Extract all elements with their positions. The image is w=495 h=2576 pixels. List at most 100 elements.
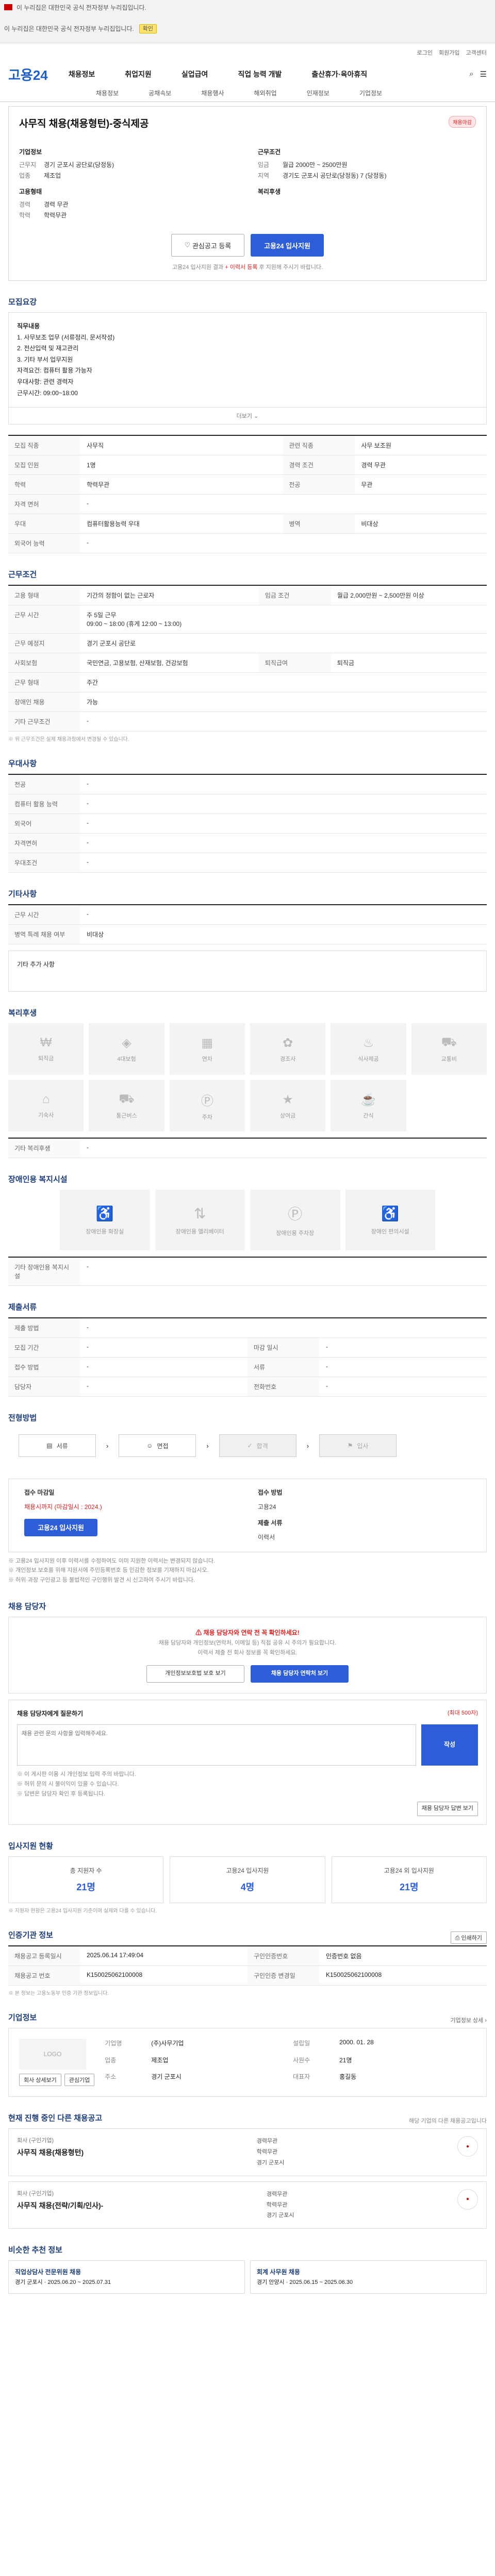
company-detail-link[interactable]: 기업정보 상세 › xyxy=(451,2016,487,2024)
search-icon[interactable]: ⌕ xyxy=(469,70,473,79)
info-title: 인증기관 정보 xyxy=(8,1931,53,1940)
deadline-key: 접수 마감일 xyxy=(24,1489,55,1497)
gnb-leave[interactable]: 출산휴가·육아휴직 xyxy=(311,69,367,79)
table-row: 기타 장애인용 복지시설 - xyxy=(8,1257,487,1286)
welfare-item: ⛟ 통근버스 xyxy=(89,1080,164,1132)
snack-icon: ☕ xyxy=(360,1092,376,1107)
list-item[interactable]: 회사 (구인기업) 사무직 채용(전략/기획/인사)- 경력무관 학력무관 경기… xyxy=(8,2181,487,2229)
company-card: LOGO 회사 상세보기 관심기업 기업명 (주)사무기업 설립일 2000. 01… xyxy=(8,2028,487,2097)
apply-button-2[interactable]: 고용24 입사지원 xyxy=(24,1519,97,1537)
question-submit-button[interactable]: 작성 xyxy=(421,1724,478,1766)
welfare-item: ☕ 간식 xyxy=(331,1080,406,1132)
info-section: 인증기관 정보 ⎙ 인쇄하기 채용공고 등록일시 2025.06.14 17:49… xyxy=(8,1929,487,1996)
money-icon: ₩ xyxy=(40,1036,52,1050)
table-row: 기타 근무조건 - xyxy=(8,711,487,732)
accessibility-icon: ♿ xyxy=(381,1205,400,1222)
other-title: 기타사항 xyxy=(8,890,37,899)
table-row: 근무 시간 - xyxy=(8,905,487,925)
table-row: 모집 기간 - 마감 일시 - xyxy=(8,1337,487,1358)
interest-button[interactable]: ♡ 관심공고 등록 xyxy=(171,234,244,257)
bonus-icon: ★ xyxy=(282,1092,293,1107)
heart-icon: ♡ xyxy=(184,241,192,249)
calendar-icon: ▦ xyxy=(201,1036,213,1050)
recent-title: 현재 진행 중인 다른 채용공고 xyxy=(8,2114,103,2123)
wage-key: 임금 xyxy=(258,161,270,168)
util-login[interactable]: 로그인 xyxy=(417,48,433,57)
recruit-title: 모집요강 xyxy=(8,298,37,307)
docs-value: 이력서 xyxy=(258,1533,275,1541)
privacy-button[interactable]: 개인정보보호법 보호 보기 xyxy=(146,1665,244,1683)
gnb-jobs[interactable]: 채용정보 xyxy=(69,69,95,79)
contact-reveal-button[interactable]: 채용 담당자 연락처 보기 xyxy=(251,1665,349,1683)
welfare-label: 복리후생 xyxy=(258,188,281,195)
recruit-box: 직무내용 1. 사무보조 업무 (서류정리, 문서작성) 2. 전산입력 및 재… xyxy=(8,312,487,408)
gnb-employment[interactable]: 취업지원 xyxy=(125,69,152,79)
contact-section: 채용 담당자 ⚠ 채용 담당자와 연락 전 꼭 확인하세요! 채용 담당자와 개… xyxy=(8,1601,487,1825)
table-row: 자격 면허 - xyxy=(8,494,487,515)
lnb-overseas[interactable]: 해외취업 xyxy=(254,89,277,97)
welfare-item: ▦ 연차 xyxy=(169,1023,245,1075)
lnb-company[interactable]: 기업정보 xyxy=(359,89,382,97)
lnb-jobs[interactable]: 채용정보 xyxy=(96,89,119,97)
table-row: 담당자 - 전화번호 - xyxy=(8,1377,487,1397)
disability-item: ⇅ 장애인용 엘리베이터 xyxy=(155,1190,245,1251)
company-label: 기업정보 xyxy=(19,148,42,156)
contact-box: ⚠ 채용 담당자와 연락 전 꼭 확인하세요! 채용 담당자와 개인정보(연락처… xyxy=(8,1616,487,1693)
table-row: 장애인 채용 가능 xyxy=(8,692,487,713)
recent-section: 현재 진행 중인 다른 채용공고 해당 기업의 다른 채용공고입니다 회사 (구… xyxy=(8,2112,487,2229)
company-fav-button[interactable]: 관심기업 xyxy=(64,2074,95,2087)
print-button[interactable]: ⎙ 인쇄하기 xyxy=(450,1931,487,1944)
status-title: 입사지원 현황 xyxy=(8,1842,53,1851)
apply-button[interactable]: 고용24 입사지원 xyxy=(251,234,324,257)
question-input[interactable] xyxy=(17,1724,416,1766)
gov-notice-bar: 이 누리집은 대한민국 공식 전자정부 누리집입니다. xyxy=(0,0,495,14)
table-row: 병역 특례 채용 여부 비대상 xyxy=(8,924,487,945)
area-key: 지역 xyxy=(258,172,270,179)
util-help[interactable]: 고객센터 xyxy=(466,48,487,57)
apply-notes: ※ 고용24 입사지원 이후 이력서를 수정하여도 이미 지원한 이력서는 변경… xyxy=(8,1557,215,1583)
welfare-item: ⌂ 기숙사 xyxy=(8,1080,84,1132)
more-button[interactable]: 더보기 ⌄ xyxy=(8,408,487,425)
similar-card[interactable]: 회계 사무원 채용 경기 안양시 · 2025.06.15 ~ 2025.06.3… xyxy=(250,2260,487,2294)
util-menu: 로그인 회원가입 고객센터 xyxy=(0,43,495,62)
similar-card[interactable]: 직업상담사 전문위원 채용 경기 군포시 · 2025.06.20 ~ 2025.… xyxy=(8,2260,245,2294)
confirm-button[interactable]: 확인 xyxy=(139,24,157,33)
status-foot: ※ 지원자 현황은 고용24 입사지원 기준이며 실제와 다를 수 있습니다. xyxy=(8,1908,157,1914)
step-pass: ✓ 합격 xyxy=(219,1434,296,1458)
company-detail-button[interactable]: 회사 상세보기 xyxy=(19,2074,61,2087)
shield-icon: ◈ xyxy=(122,1036,131,1050)
gnb-training[interactable]: 직업 능력 개발 xyxy=(238,69,282,79)
util-signup[interactable]: 회원가입 xyxy=(439,48,459,57)
company-loc: 경기 군포시 공단로(당정동) xyxy=(44,161,114,168)
table-row: 학력 학력무관 전공 무관 xyxy=(8,474,487,495)
list-item[interactable]: 회사 (구인기업) 사무직 채용(채용형턴) 경력무관 학력무관 경기 군포시 … xyxy=(8,2128,487,2176)
gov-notice-text-2: 이 누리집은 대한민국 공식 전자정부 누리집입니다. xyxy=(4,25,134,32)
welfare-item: ◈ 4대보험 xyxy=(89,1023,164,1075)
lnb-talent[interactable]: 인재정보 xyxy=(307,89,329,97)
table-row: 제출 방법 - xyxy=(8,1318,487,1338)
answer-view-button[interactable]: 채용 담당자 답변 보기 xyxy=(417,1802,478,1817)
step-doc: ▤ 서류 xyxy=(19,1434,96,1458)
table-row: 접수 방법 - 서류 - xyxy=(8,1357,487,1378)
table-row: 외국어 - xyxy=(8,814,487,834)
lnb-public[interactable]: 공채속보 xyxy=(148,89,171,97)
site-logo[interactable]: 고용24 xyxy=(8,65,48,84)
job-summary-card: 사무직 채용(채용형턴)-중식제공 채용마감 기업정보 근무지 경기 군포시 공단… xyxy=(8,106,487,281)
disability-item: Ⓟ 장애인용 주차장 xyxy=(250,1190,340,1251)
info-note: ※ 본 정보는 고용노동부 인증 기관 정보입니다. xyxy=(8,1991,109,1997)
similar-section: 비슷한 추천 정보 직업상담사 전문위원 채용 경기 군포시 · 2025.06.… xyxy=(8,2244,487,2294)
menu-icon[interactable]: ☰ xyxy=(480,70,487,79)
edu-value: 학력무관 xyxy=(44,212,67,219)
wage-value: 월급 2000만 ~ 2500만원 xyxy=(283,161,348,168)
gnb-unemployment[interactable]: 실업급여 xyxy=(182,69,208,79)
other-table: 근무 시간 - 병역 특례 채용 여부 비대상 xyxy=(8,904,487,945)
table-row: 모집 직종 사무직 관련 직종 사무 보조원 xyxy=(8,435,487,456)
lnb-events[interactable]: 채용행사 xyxy=(201,89,224,97)
restroom-icon: ♿ xyxy=(95,1205,114,1222)
process-steps: ▤ 서류 › ☺ 면접 › ✓ 합격 › ⚑ 입사 xyxy=(8,1428,487,1463)
disability-item: ♿ 장애인용 화장실 xyxy=(60,1190,150,1251)
contact-title: 채용 담당자 xyxy=(8,1602,46,1611)
flag-icon: ⚑ xyxy=(347,1442,353,1450)
bus-icon: ⛟ xyxy=(441,1035,457,1049)
question-box: 채용 담당자에게 질문하기(최대 500자) 작성 ※ 이 게시판 이용 시 개… xyxy=(8,1699,487,1825)
